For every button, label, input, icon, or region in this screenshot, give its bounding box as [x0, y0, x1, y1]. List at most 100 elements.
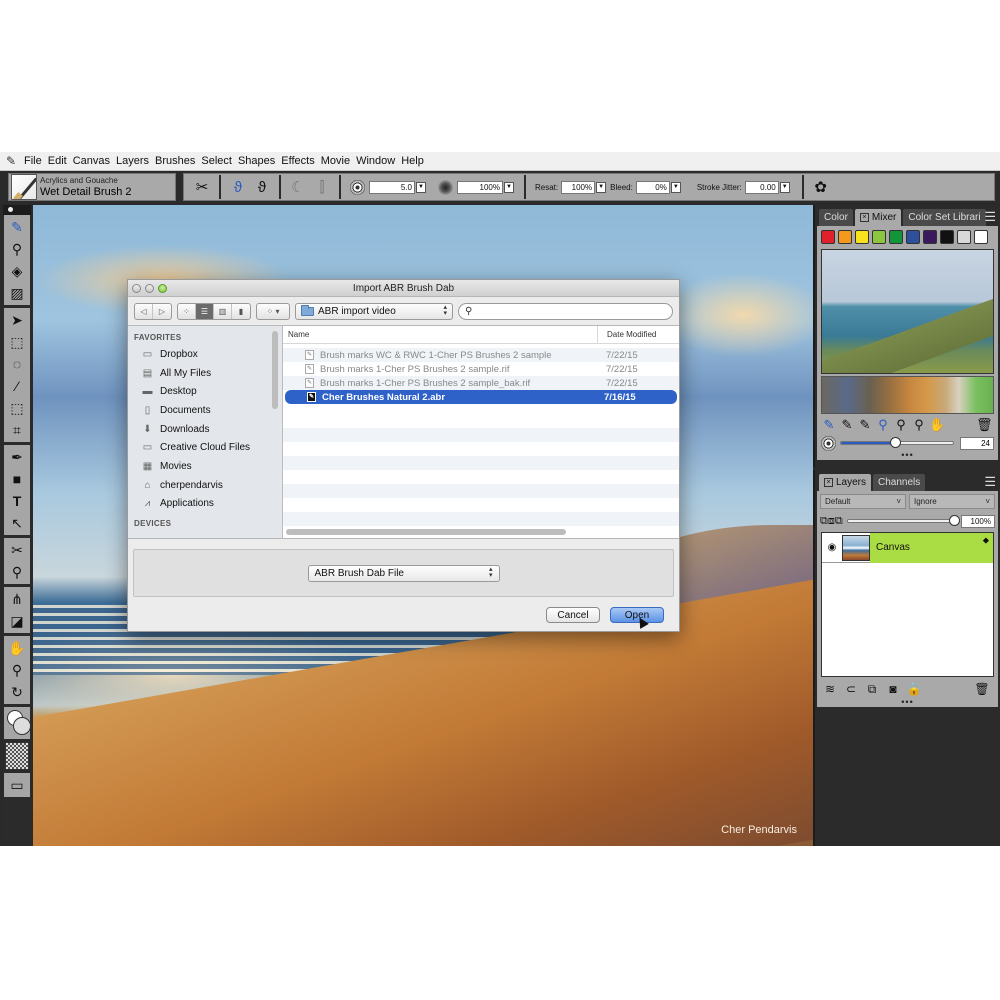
panel-menu-icon[interactable]: ☰	[984, 474, 996, 490]
color-swatch[interactable]	[940, 230, 954, 244]
color-swatch[interactable]	[855, 230, 869, 244]
rectangular-selection-tool-icon[interactable]: ⬚	[4, 331, 30, 353]
toolbox-grip[interactable]	[3, 205, 31, 215]
column-name-header[interactable]: Name	[283, 330, 597, 339]
visibility-eye-icon[interactable]: ◉	[822, 542, 842, 553]
menu-effects[interactable]: Effects	[278, 155, 317, 167]
create-layer-mask-icon[interactable]: ◙	[884, 682, 902, 696]
pen-tool-icon[interactable]: ✒	[4, 446, 30, 468]
lasso-tool-icon[interactable]: ◌	[4, 353, 30, 375]
pick-up-underlying-color-icon[interactable]: ⧈	[828, 515, 835, 528]
cancel-button[interactable]: Cancel	[546, 607, 600, 623]
sidebar-item-movies[interactable]: ▦ Movies	[128, 457, 282, 476]
sidebar-item-downloads[interactable]: ⬇ Downloads	[128, 420, 282, 439]
sample-color-icon[interactable]: ⚲	[875, 417, 891, 433]
zoom-icon[interactable]: ⚲	[911, 417, 927, 433]
column-date-header[interactable]: Date Modified	[597, 325, 679, 344]
mix-color-icon[interactable]: ✎	[839, 417, 855, 433]
menu-file[interactable]: File	[21, 155, 45, 167]
rubber-stamp-tool-icon[interactable]: ⚲	[4, 561, 30, 583]
menu-movie[interactable]: Movie	[318, 155, 353, 167]
color-swatch[interactable]	[821, 230, 835, 244]
stroke-jitter-dropdown-icon[interactable]: ▼	[779, 181, 790, 193]
menu-canvas[interactable]: Canvas	[70, 155, 113, 167]
sidebar-item-documents[interactable]: ▯ Documents	[128, 401, 282, 420]
menu-help[interactable]: Help	[398, 155, 427, 167]
rotate-page-tool-icon[interactable]: ↻	[4, 681, 30, 703]
magnifier-tool-icon[interactable]: ⚲	[4, 659, 30, 681]
reset-tool-icon[interactable]: ✂	[192, 177, 212, 197]
text-tool-icon[interactable]: T	[4, 490, 30, 512]
tab-color-set-libraries[interactable]: Color Set Librari	[903, 209, 986, 226]
stroke-jitter-input[interactable]: 0.00	[744, 180, 779, 194]
selection-adjuster-tool-icon[interactable]: ⬚	[4, 397, 30, 419]
reference-layer-icon[interactable]: ⫿	[312, 177, 332, 197]
size-input[interactable]: 5.0	[369, 180, 415, 194]
menu-brushes[interactable]: Brushes	[152, 155, 198, 167]
eraser-tool-icon[interactable]: ▨	[4, 282, 30, 304]
freehand-stroke-icon[interactable]: ϑ	[228, 177, 248, 197]
lock-icon[interactable]: ⧉	[835, 515, 843, 528]
size-dropdown-icon[interactable]: ▼	[416, 181, 426, 193]
mirror-tool-icon[interactable]: ⋔	[4, 588, 30, 610]
layer-row[interactable]: ◉ Canvas ⬥	[822, 532, 993, 563]
brush-dab-settings-icon[interactable]: ✿	[811, 177, 831, 197]
file-format-popup[interactable]: ABR Brush Dab File ▴ ▾	[307, 564, 500, 582]
sidebar-item-creative-cloud-files[interactable]: ▭ Creative Cloud Files	[128, 438, 282, 457]
file-row[interactable]: ✎ Brush marks 1-Cher PS Brushes 2 sample.…	[283, 362, 679, 376]
layer-opacity-value[interactable]: 100%	[961, 514, 995, 528]
column-view-button[interactable]: ▥	[214, 303, 232, 319]
file-row[interactable]: ✎ Brush marks WC & RWC 1-Cher PS Brushes …	[283, 348, 679, 362]
stroke-attributes-icon[interactable]: ☾	[288, 177, 308, 197]
sidebar-item-desktop[interactable]: ▬ Desktop	[128, 382, 282, 401]
color-swatch[interactable]	[923, 230, 937, 244]
color-swatch[interactable]	[838, 230, 852, 244]
slider-knob[interactable]	[949, 515, 960, 526]
brush-tool-icon[interactable]: ✎	[4, 216, 30, 238]
mixer-pad[interactable]	[821, 249, 994, 374]
brush-selector[interactable]: Acrylics and Gouache Wet Detail Brush 2	[8, 173, 176, 201]
mixer-brush-size-value[interactable]: 24	[960, 436, 994, 450]
layer-name-cell[interactable]: Canvas ⬥	[870, 532, 993, 563]
menu-window[interactable]: Window	[353, 155, 398, 167]
pan-icon[interactable]: ✋	[929, 417, 945, 433]
arrange-button[interactable]: ⁘ ▾	[256, 302, 290, 320]
tab-mixer[interactable]: × Mixer	[854, 209, 902, 226]
file-row[interactable]: ✎ Brush marks 1-Cher PS Brushes 2 sample_…	[283, 376, 679, 390]
opacity-dropdown-icon[interactable]: ▼	[504, 181, 514, 193]
folder-path-popup[interactable]: ABR import video ▴ ▾	[295, 302, 453, 320]
back-button[interactable]: ◁	[135, 303, 153, 319]
clear-mixer-icon[interactable]: 🗑	[976, 417, 993, 433]
panel-grip-dots[interactable]: •••	[817, 698, 998, 707]
bleed-dropdown-icon[interactable]: ▼	[670, 181, 681, 193]
sidebar-item-all-my-files[interactable]: ▤ All My Files	[128, 364, 282, 383]
brush-icon[interactable]: ✎	[857, 417, 873, 433]
coverflow-view-button[interactable]: ▮	[232, 304, 250, 319]
paper-selector[interactable]	[5, 742, 29, 770]
sidebar-scrollbar[interactable]	[272, 331, 278, 409]
mixer-brush-size-slider[interactable]	[840, 437, 954, 448]
opacity-input[interactable]: 100%	[457, 180, 503, 194]
new-layer-icon[interactable]: ⧉	[863, 682, 881, 697]
resat-input[interactable]: 100%	[561, 180, 596, 194]
menu-select[interactable]: Select	[198, 155, 235, 167]
icon-view-button[interactable]: ⁘	[178, 303, 196, 319]
additional-color-swatch[interactable]	[13, 717, 31, 735]
list-view-button[interactable]: ☰	[196, 303, 214, 319]
lock-layer-icon[interactable]: 🔒	[905, 682, 923, 696]
screen-mode-icon[interactable]: ▭	[4, 774, 30, 796]
color-selector[interactable]	[4, 707, 31, 739]
preserve-transparency-icon[interactable]: ⧉	[820, 515, 828, 528]
sample-multiple-colors-icon[interactable]: ⚲	[893, 417, 909, 433]
delete-layer-icon[interactable]: 🗑	[973, 682, 991, 696]
sidebar-item-cherpendarvis[interactable]: ⌂ cherpendarvis	[128, 476, 282, 495]
dropper-tool-icon[interactable]: ⚲	[4, 238, 30, 260]
rectangle-shape-tool-icon[interactable]: ■	[4, 468, 30, 490]
panel-grip-dots[interactable]: •••	[817, 451, 998, 460]
layer-adjuster-tool-icon[interactable]: ➤	[4, 309, 30, 331]
magic-wand-tool-icon[interactable]: ⁄	[4, 375, 30, 397]
tab-color[interactable]: Color	[819, 209, 853, 226]
tab-layers[interactable]: × Layers	[819, 474, 872, 491]
composite-method-select[interactable]: Default ˅	[820, 494, 906, 509]
bleed-input[interactable]: 0%	[635, 180, 670, 194]
